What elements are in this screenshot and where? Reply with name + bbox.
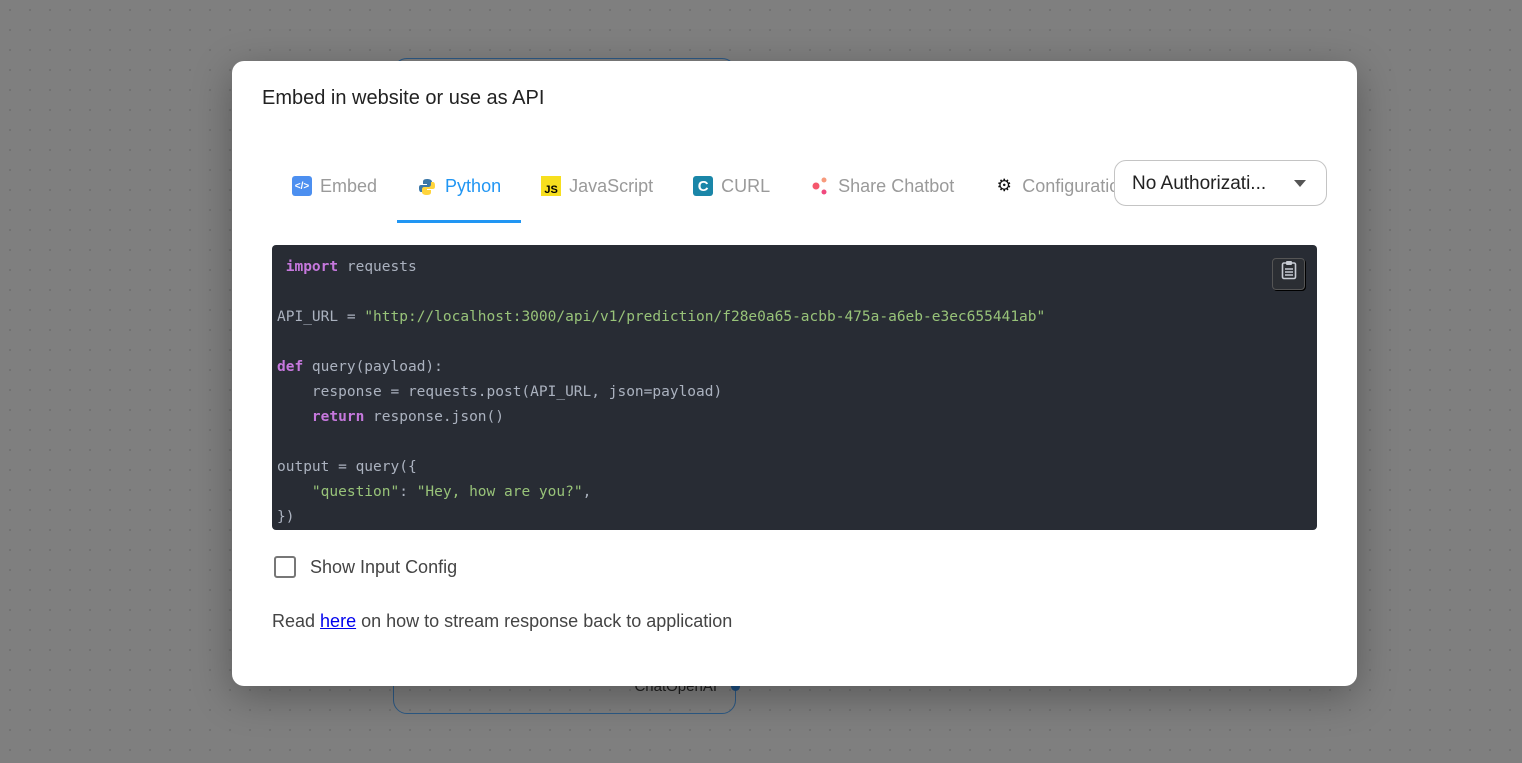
gear-icon: ⚙: [996, 176, 1012, 195]
tab-label: CURL: [721, 175, 771, 196]
help-prefix: Read: [272, 611, 321, 631]
authorization-select[interactable]: No Authorizati...: [1114, 160, 1327, 206]
tab-label: Share Chatbot: [838, 175, 955, 196]
tab-label: Python: [445, 176, 502, 196]
help-suffix: on how to stream response back to applic…: [356, 611, 733, 631]
code-line: output = query({: [277, 459, 417, 475]
tab-bar: </> Embed Python JS JavaScript C CURL Share…: [272, 151, 1114, 223]
tab-javascript[interactable]: JS JavaScript: [521, 151, 673, 221]
code-icon: </>: [292, 176, 312, 196]
code-line: }): [277, 509, 295, 525]
code-token: API_URL =: [277, 309, 365, 325]
code-token: query(payload):: [303, 359, 443, 375]
tab-label: Embed: [320, 175, 378, 196]
checkbox-label: Show Input Config: [310, 556, 458, 577]
code-line: response = requests.post(API_URL, json=p…: [277, 384, 723, 400]
tab-label: JavaScript: [569, 175, 654, 196]
code-token: def: [277, 359, 304, 375]
curl-icon: C: [693, 176, 714, 196]
select-value: No Authorizati...: [1132, 173, 1267, 194]
tab-configuration[interactable]: ⚙ Configuration: [974, 151, 1114, 221]
chevron-down-icon: [1294, 180, 1306, 193]
tab-label: Configuration: [1022, 175, 1114, 196]
code-token: "http://localhost:3000/api/v1/prediction…: [364, 309, 1046, 325]
python-icon: [417, 177, 437, 197]
dialog-title: Embed in website or use as API: [262, 87, 545, 109]
tab-share-chatbot[interactable]: Share Chatbot: [790, 151, 974, 221]
code-token: "Hey, how are you?": [416, 484, 583, 500]
tab-embed[interactable]: </> Embed: [272, 151, 397, 221]
code-block: import requests API_URL = "http://localh…: [272, 245, 1317, 530]
code-token: response.json(): [364, 409, 504, 425]
tab-python[interactable]: Python: [397, 151, 522, 223]
tab-curl[interactable]: C CURL: [673, 151, 790, 221]
share-icon: [810, 176, 830, 196]
show-input-config-checkbox[interactable]: Show Input Config: [274, 556, 457, 578]
code-token: requests: [338, 259, 417, 275]
js-icon: JS: [541, 176, 562, 196]
clipboard-icon: [1281, 260, 1297, 289]
stream-help-text: Read here on how to stream response back…: [272, 611, 732, 632]
code-token: import: [285, 259, 339, 275]
copy-button[interactable]: [1272, 258, 1305, 290]
code-token: :: [399, 484, 417, 500]
here-link[interactable]: here: [320, 611, 356, 631]
code-token: ,: [582, 484, 592, 500]
code-token: return: [277, 409, 365, 425]
code-token: "question": [277, 484, 400, 500]
embed-dialog: Embed in website or use as API </> Embed …: [232, 61, 1357, 686]
checkbox[interactable]: [274, 556, 296, 578]
